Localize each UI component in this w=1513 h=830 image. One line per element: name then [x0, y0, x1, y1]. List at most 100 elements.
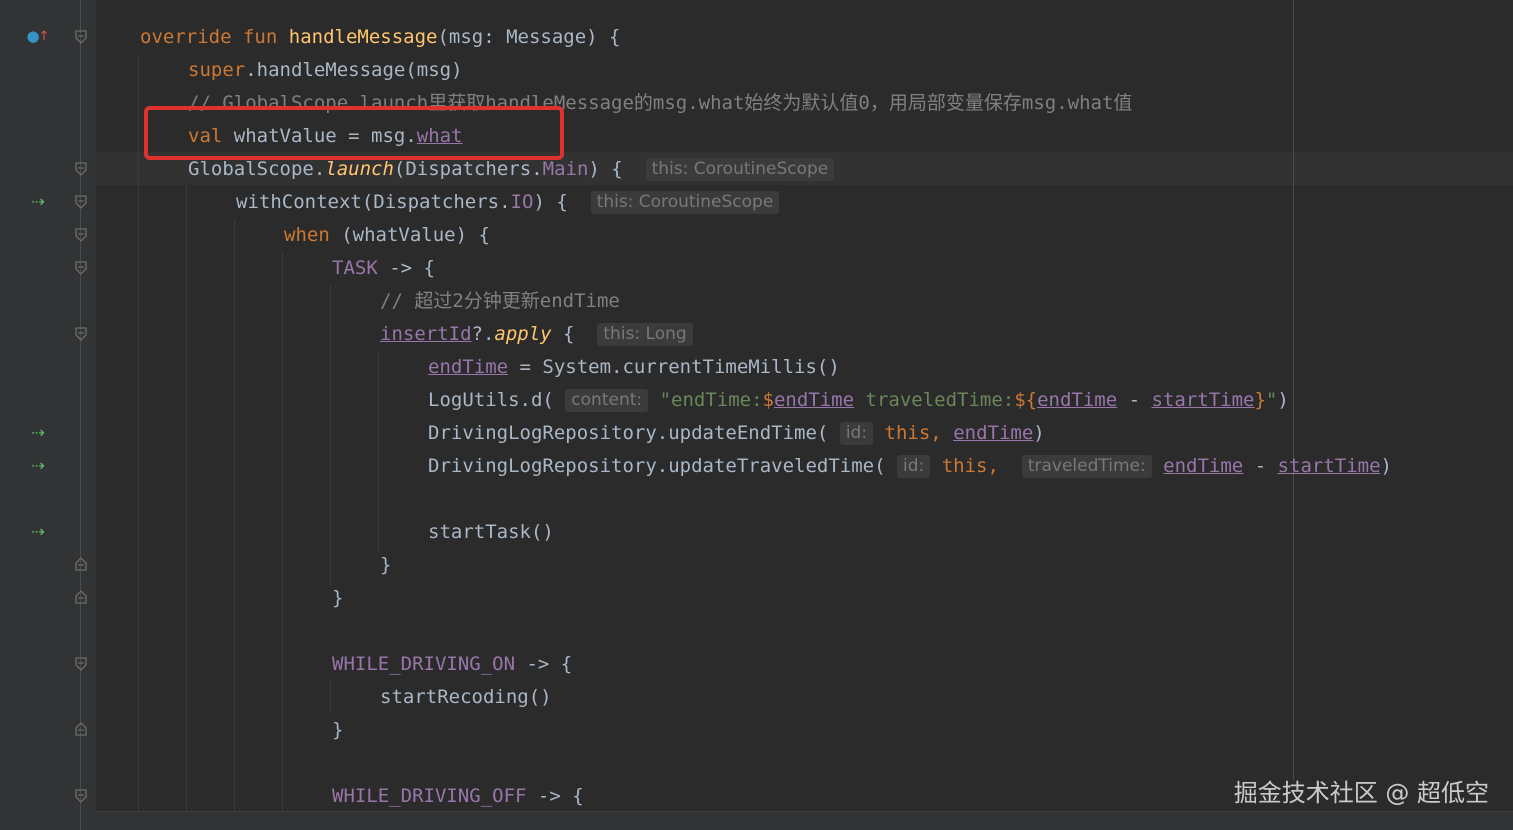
- code-text: ) {: [588, 158, 623, 180]
- inlay-hint: this: CoroutineScope: [590, 191, 780, 214]
- fold-marker-icon[interactable]: [75, 327, 87, 341]
- watermark: 掘金技术社区 @ 超低空: [1233, 779, 1489, 807]
- code-text: {: [551, 323, 575, 345]
- fold-marker-icon[interactable]: [75, 657, 87, 671]
- fold-end-marker-icon[interactable]: [75, 557, 87, 571]
- string-literal: traveledTime:: [854, 389, 1015, 411]
- indent-guide: [186, 186, 187, 814]
- code-text: -: [1117, 389, 1152, 411]
- property-ref: IO: [510, 191, 534, 213]
- property-ref: Main: [542, 158, 589, 180]
- inlay-hint: traveledTime:: [1021, 455, 1152, 478]
- template-marker: }: [1254, 389, 1266, 411]
- code-line[interactable]: }: [380, 549, 391, 582]
- code-text: -> {: [526, 785, 584, 807]
- indent-guide: [330, 681, 331, 714]
- horizontal-scrollbar[interactable]: [96, 811, 1513, 830]
- inlay-hint: this: CoroutineScope: [645, 158, 835, 181]
- highlight-annotation-box: [144, 106, 564, 160]
- code-line[interactable]: }: [332, 582, 343, 615]
- code-text: GlobalScope.: [188, 158, 326, 180]
- keyword: super: [188, 59, 246, 81]
- right-margin-guide: [1293, 0, 1294, 780]
- property-ref: endTime: [1163, 455, 1244, 477]
- code-text: -: [1243, 455, 1278, 477]
- code-line[interactable]: startRecoding(): [380, 681, 552, 714]
- constant-ref: WHILE_DRIVING_ON: [332, 653, 516, 675]
- code-text: ?.: [471, 323, 495, 345]
- code-line[interactable]: override fun handleMessage(msg: Message)…: [140, 21, 621, 54]
- code-text: (Dispatchers.: [393, 158, 543, 180]
- indent-guide: [138, 54, 139, 814]
- code-line[interactable]: startTask(): [428, 516, 554, 549]
- code-text: DrivingLogRepository.updateEndTime(: [428, 422, 829, 444]
- code-text: LogUtils.d(: [428, 389, 554, 411]
- property-ref: endTime: [428, 356, 509, 378]
- indent-guide: [330, 285, 331, 585]
- code-line[interactable]: WHILE_DRIVING_ON -> {: [332, 648, 572, 681]
- code-text: (msg: Message) {: [437, 26, 621, 48]
- code-line[interactable]: DrivingLogRepository.updateEndTime( id: …: [428, 417, 1045, 450]
- code-text: ): [1033, 422, 1045, 444]
- suspend-call-icon[interactable]: ⇢: [27, 190, 49, 212]
- code-line[interactable]: when (whatValue) {: [284, 219, 490, 252]
- property-ref: endTime: [773, 389, 855, 411]
- code-line[interactable]: super.handleMessage(msg): [188, 54, 463, 87]
- indent-guide: [282, 252, 283, 814]
- template-marker: ${: [1014, 389, 1038, 411]
- keyword: this,: [884, 422, 942, 444]
- inlay-hint: id:: [839, 422, 874, 445]
- code-text: = System.currentTimeMillis(): [508, 356, 840, 378]
- code-text: -> {: [377, 257, 435, 279]
- code-text: withContext(Dispatchers.: [236, 191, 511, 213]
- code-text: DrivingLogRepository.updateTraveledTime(: [428, 455, 886, 477]
- keyword: this,: [941, 455, 999, 477]
- constant-ref: WHILE_DRIVING_OFF: [332, 785, 527, 807]
- fold-end-marker-icon[interactable]: [75, 722, 87, 736]
- property-ref: endTime: [1037, 389, 1118, 411]
- editor-gutter[interactable]: [0, 0, 96, 830]
- code-text: ): [1277, 389, 1289, 411]
- template-marker: $: [762, 389, 774, 411]
- code-line[interactable]: WHILE_DRIVING_OFF -> {: [332, 780, 584, 813]
- property-ref: startTime: [1277, 455, 1381, 477]
- code-text: ) {: [533, 191, 568, 213]
- indent-guide: [234, 219, 235, 814]
- property-ref: insertId: [380, 323, 472, 345]
- code-comment[interactable]: // 超过2分钟更新endTime: [380, 285, 620, 318]
- code-editor[interactable]: ● ↑ ⇢ ⇢ ⇢ ⇢ override fun handleMessage(ms…: [0, 0, 1513, 830]
- function-call: apply: [494, 323, 552, 345]
- code-line[interactable]: DrivingLogRepository.updateTraveledTime(…: [428, 450, 1392, 483]
- fold-marker-icon[interactable]: [75, 261, 87, 275]
- inlay-hint: this: Long: [597, 323, 693, 346]
- fold-marker-icon[interactable]: [75, 162, 87, 176]
- function-call: launch: [325, 158, 394, 180]
- string-literal: ": [1265, 389, 1278, 411]
- suspend-call-icon[interactable]: ⇢: [27, 454, 49, 476]
- gutter-divider: [80, 0, 81, 830]
- code-text: -> {: [515, 653, 573, 675]
- fold-end-marker-icon[interactable]: [75, 590, 87, 604]
- code-line[interactable]: endTime = System.currentTimeMillis(): [428, 351, 840, 384]
- keyword: fun: [242, 26, 278, 48]
- property-ref: endTime: [953, 422, 1034, 444]
- fold-marker-icon[interactable]: [75, 195, 87, 209]
- code-line[interactable]: }: [332, 714, 343, 747]
- fold-marker-icon[interactable]: [75, 30, 87, 44]
- code-line[interactable]: TASK -> {: [332, 252, 435, 285]
- code-line[interactable]: LogUtils.d( content: "endTime:$endTime t…: [428, 384, 1289, 417]
- suspend-call-icon[interactable]: ⇢: [27, 520, 49, 542]
- code-line[interactable]: insertId?.apply { this: Long: [380, 318, 693, 351]
- function-name: handleMessage: [288, 26, 438, 48]
- fold-marker-icon[interactable]: [75, 228, 87, 242]
- code-line[interactable]: withContext(Dispatchers.IO) { this: Coro…: [236, 186, 780, 219]
- indent-guide: [378, 351, 379, 551]
- inlay-hint: content:: [565, 389, 649, 412]
- fold-marker-icon[interactable]: [75, 789, 87, 803]
- suspend-call-icon[interactable]: ⇢: [27, 421, 49, 443]
- property-ref: startTime: [1151, 389, 1255, 411]
- string-literal: "endTime:: [659, 389, 763, 411]
- override-method-icon[interactable]: ● ↑: [27, 25, 50, 47]
- code-text: ): [1380, 455, 1392, 477]
- constant-ref: TASK: [332, 257, 378, 279]
